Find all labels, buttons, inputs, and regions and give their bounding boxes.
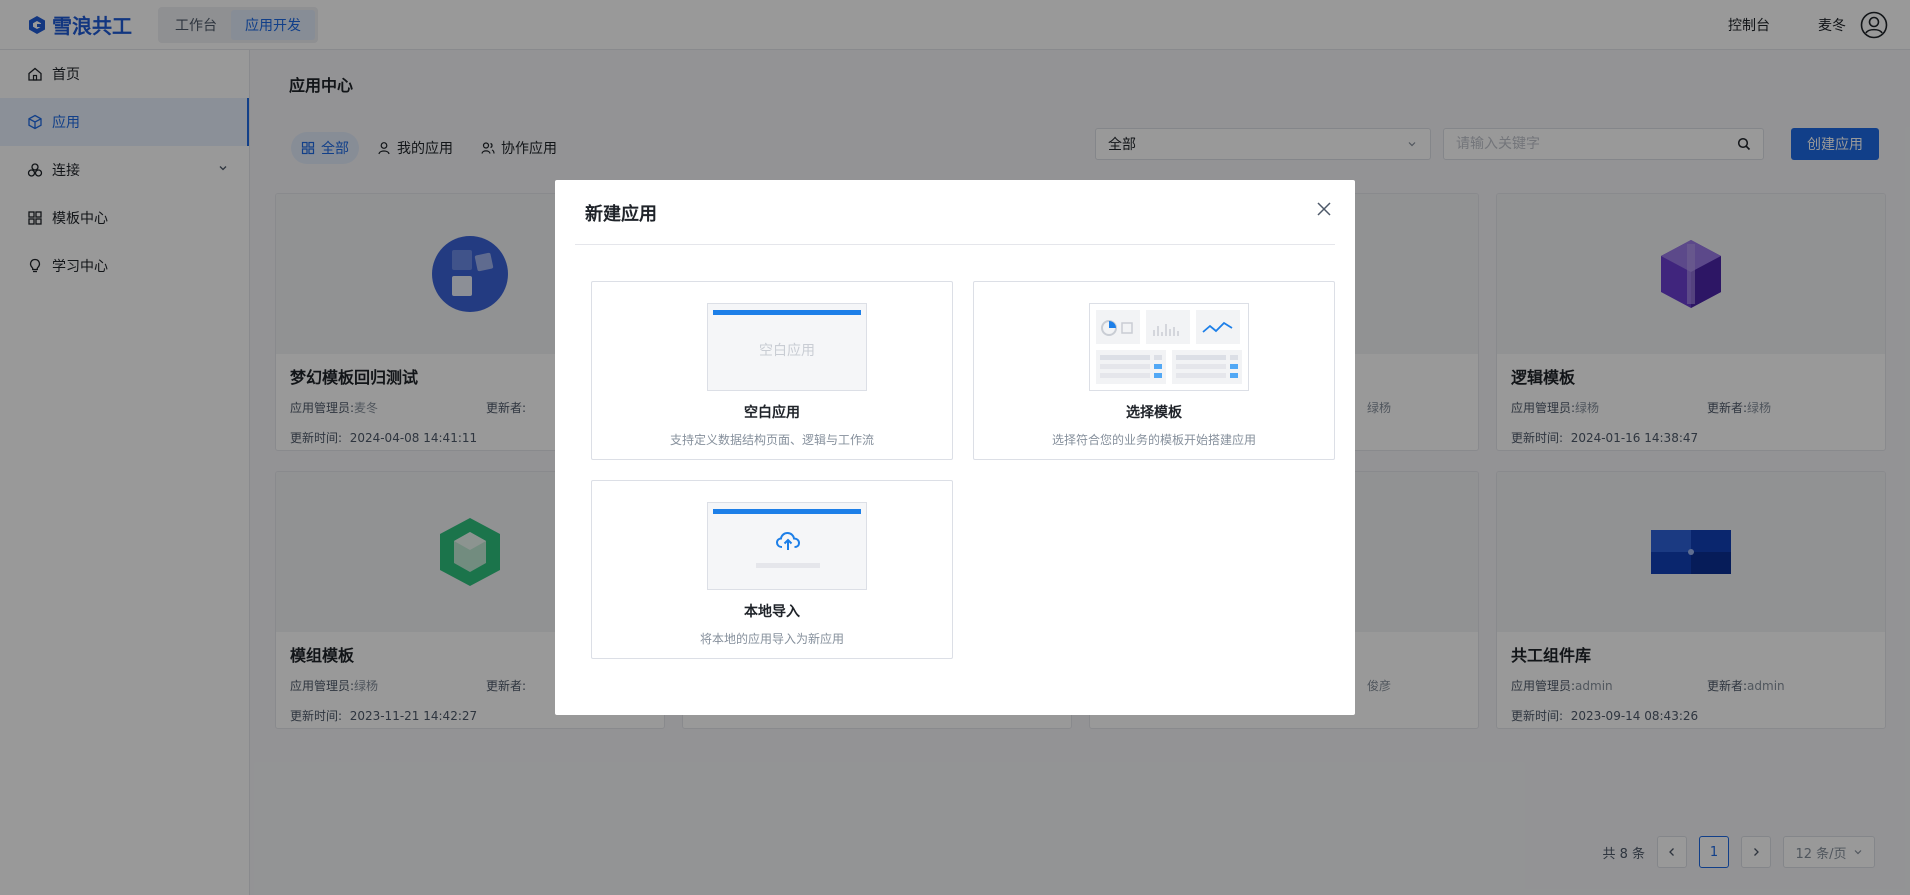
- template-preview: [1089, 303, 1249, 391]
- preview-header-bar: [713, 310, 861, 315]
- preview-header-bar: [713, 509, 861, 514]
- option-blank-app[interactable]: 空白应用 空白应用 支持定义数据结构页面、逻辑与工作流: [591, 281, 953, 460]
- option-desc: 将本地的应用导入为新应用: [699, 632, 844, 646]
- dialog-title: 新建应用: [585, 204, 657, 225]
- dialog-divider: [575, 244, 1335, 245]
- option-title: 空白应用: [744, 405, 800, 421]
- option-desc: 选择符合您的业务的模板开始搭建应用: [1051, 433, 1256, 447]
- import-preview: [707, 502, 867, 590]
- preview-line: [756, 563, 820, 568]
- cloud-upload-icon: [775, 530, 801, 552]
- option-local-import[interactable]: 本地导入 将本地的应用导入为新应用: [591, 480, 953, 659]
- option-title: 选择模板: [1126, 405, 1182, 421]
- template-preview-icon: [1090, 304, 1248, 390]
- option-title: 本地导入: [744, 604, 800, 620]
- close-icon[interactable]: [1313, 198, 1335, 220]
- blank-app-preview: 空白应用: [707, 303, 867, 391]
- option-template[interactable]: 选择模板 选择符合您的业务的模板开始搭建应用: [973, 281, 1335, 460]
- option-desc: 支持定义数据结构页面、逻辑与工作流: [669, 433, 874, 447]
- preview-text: 空白应用: [759, 343, 815, 359]
- new-app-dialog: 新建应用 空白应用 空白应用 支持定义数据结构页面、逻辑与工作流 选择模板 选择…: [555, 180, 1355, 715]
